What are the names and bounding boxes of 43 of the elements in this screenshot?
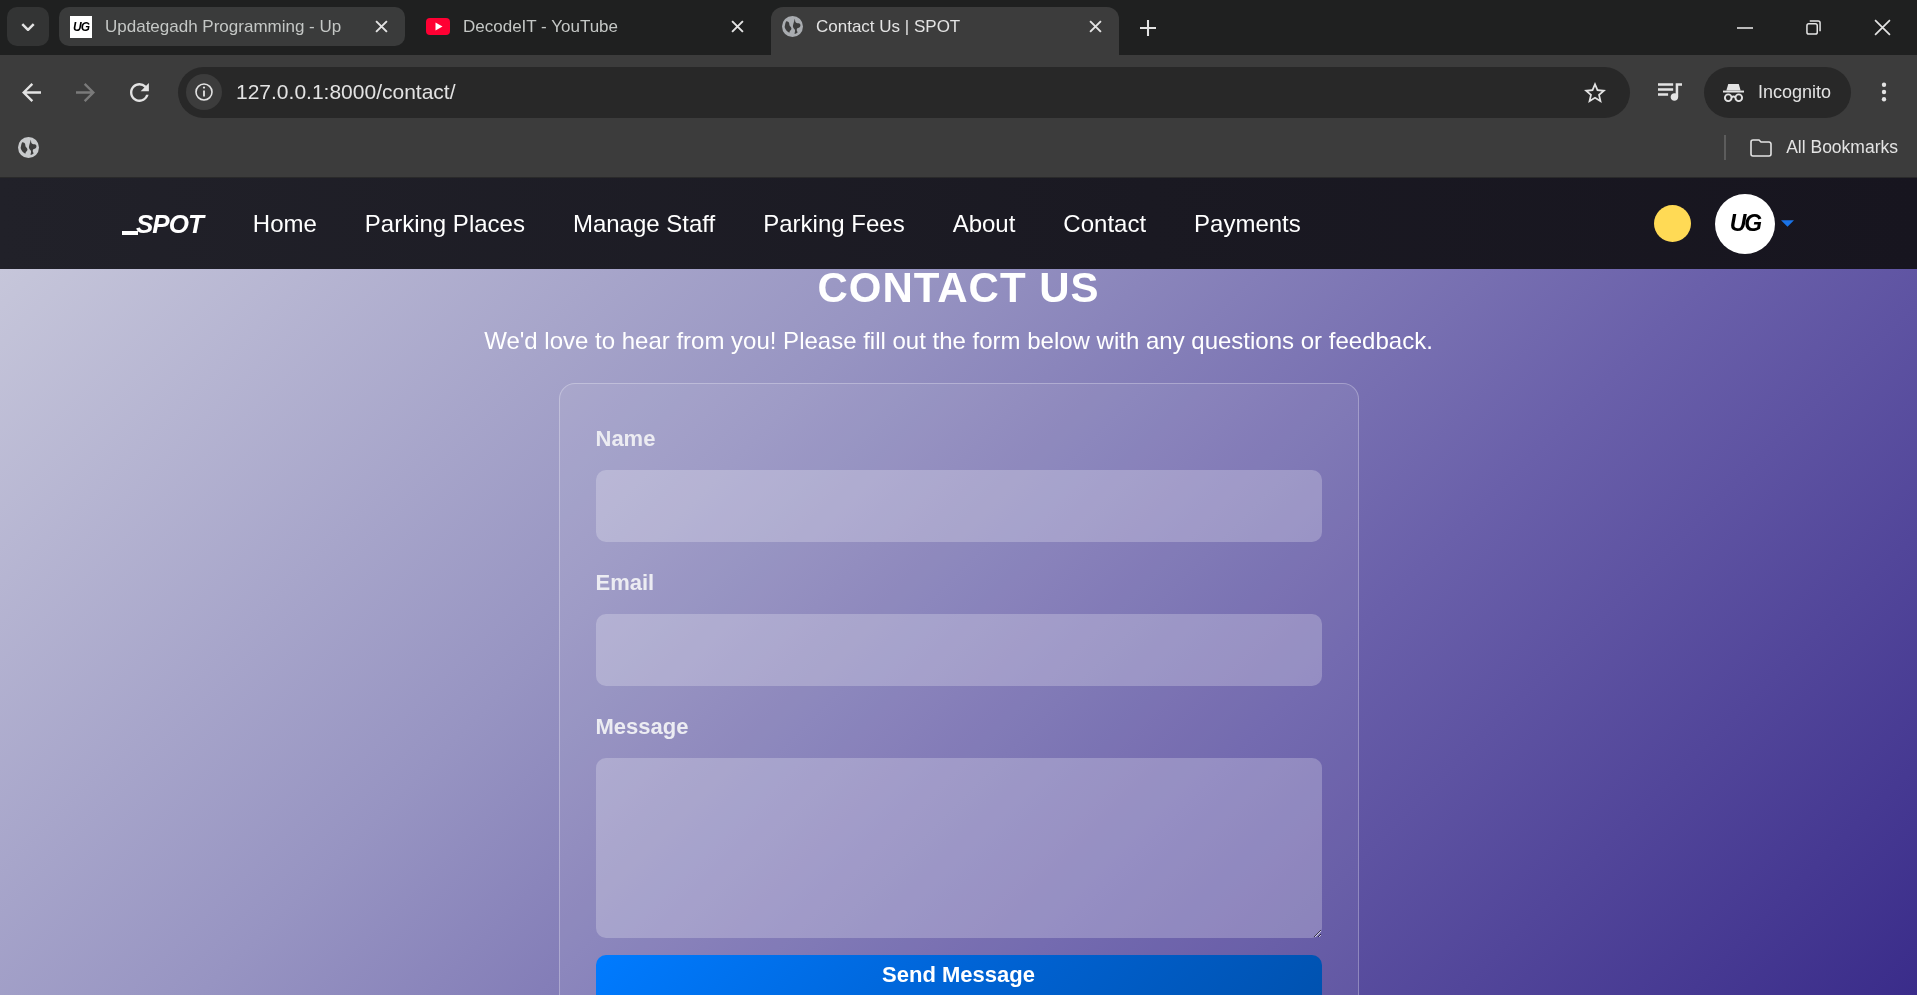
menu-icon[interactable] (1881, 82, 1887, 102)
browser-tab[interactable]: UG Updategadh Programming - Up (59, 7, 405, 46)
back-arrow-icon[interactable] (21, 82, 41, 102)
reload-icon[interactable] (129, 82, 149, 102)
chevron-down-icon (21, 22, 35, 31)
all-bookmarks-button[interactable]: All Bookmarks (1750, 137, 1898, 158)
incognito-button[interactable]: Incognito (1704, 66, 1851, 118)
nav-link[interactable]: Payments (1194, 209, 1301, 238)
field-label: Message (595, 714, 690, 740)
field-label: Email (595, 570, 656, 596)
play-icon (426, 18, 450, 35)
star-icon[interactable] (1584, 81, 1606, 103)
dot-icon[interactable] (1654, 205, 1691, 242)
favicon-logo: UG (70, 15, 92, 38)
info-icon[interactable] (186, 74, 222, 110)
plus-icon[interactable] (1140, 20, 1156, 36)
nav-link[interactable]: About (952, 209, 1016, 238)
globe-icon (782, 16, 803, 37)
user-avatar[interactable]: UG (1715, 193, 1775, 254)
globe-icon[interactable] (18, 137, 39, 158)
browser-tab[interactable]: Contact Us | SPOT (771, 7, 1119, 55)
nav-link[interactable]: Manage Staff (572, 209, 716, 238)
close-icon[interactable] (731, 20, 744, 33)
close-icon[interactable] (1089, 20, 1102, 33)
incognito-icon (1722, 81, 1745, 103)
caret-icon[interactable] (1781, 220, 1794, 227)
page-title: CONTACT US (817, 269, 1100, 307)
tab-list-button[interactable] (7, 7, 49, 46)
minimize-icon[interactable] (1736, 26, 1753, 29)
nav-link[interactable]: Home (252, 209, 317, 238)
restore-icon[interactable] (1806, 20, 1821, 35)
folder-icon (1750, 138, 1773, 157)
close-icon[interactable] (375, 20, 388, 33)
nav-link[interactable]: Parking Fees (763, 209, 905, 238)
field-label: Name (595, 426, 657, 452)
nav-link[interactable]: Contact (1063, 209, 1147, 238)
playlist-icon[interactable] (1658, 83, 1682, 101)
send-button[interactable]: Send Message (595, 955, 1322, 995)
address-bar[interactable]: 127.0.0.1:8000/contact/ (178, 66, 1630, 118)
close-icon[interactable] (1874, 19, 1891, 36)
nav-link[interactable]: Parking Places (364, 209, 525, 238)
browser-tab[interactable]: DecodeIT - YouTube (415, 7, 761, 46)
page-subtitle: We'd love to hear from you! Please fill out the form below with any questions or feedback. (484, 327, 1433, 355)
